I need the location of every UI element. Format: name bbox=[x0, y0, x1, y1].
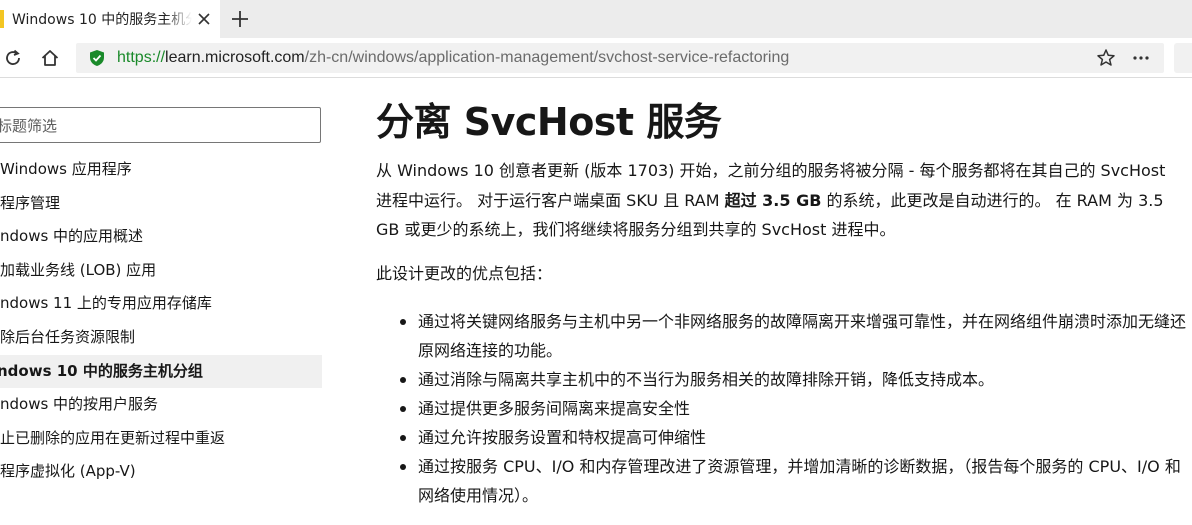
benefits-intro: 此设计更改的优点包括： bbox=[376, 264, 553, 283]
favicon-icon bbox=[0, 10, 4, 28]
url-path: /zh-cn/windows/application-management/sv… bbox=[304, 49, 790, 66]
new-tab-icon[interactable] bbox=[229, 8, 251, 30]
filter-by-title-input[interactable]: 标题筛选 bbox=[0, 107, 321, 143]
list-item: 通过允许按服务设置和特权提高可伸缩性 bbox=[376, 423, 1186, 452]
intro-bold-text: 超过 3.5 GB bbox=[724, 190, 822, 210]
tab-strip: Windows 10 中的服务主机分组 bbox=[0, 0, 1192, 38]
toc-item[interactable]: 程序管理 bbox=[0, 187, 322, 221]
profile-button[interactable] bbox=[1174, 43, 1192, 73]
toc-item-active[interactable]: ndows 10 中的服务主机分组 bbox=[0, 354, 322, 389]
close-tab-icon[interactable] bbox=[194, 9, 214, 29]
article-content: 分离 SvcHost 服务 从 Windows 10 创意者更新 (版本 170… bbox=[376, 79, 1192, 525]
url-host: learn.microsoft.com bbox=[165, 49, 305, 66]
home-icon[interactable] bbox=[39, 47, 61, 69]
list-item: 通过按服务 CPU、I/O 和内存管理改进了资源管理，并增加清晰的诊断数据，（报… bbox=[376, 452, 1186, 510]
secure-shield-icon[interactable] bbox=[88, 49, 106, 67]
list-item: 通过将关键网络服务与主机中另一个非网络服务的故障隔离开来增强可靠性，并在网络组件… bbox=[376, 307, 1186, 365]
browser-toolbar: https://learn.microsoft.com/zh-cn/window… bbox=[0, 38, 1192, 78]
favorite-star-icon[interactable] bbox=[1096, 48, 1116, 68]
toc-item[interactable]: 止已删除的应用在更新过程中重返 bbox=[0, 422, 322, 456]
toc-sidebar: 标题筛选 Windows 应用程序 程序管理 ndows 中的应用概述 加载业务… bbox=[0, 79, 330, 525]
list-item: 通过消除与隔离共享主机中的不当行为服务相关的故障排除开销，降低支持成本。 bbox=[376, 365, 1186, 394]
toc-item[interactable]: Windows 应用程序 bbox=[0, 153, 322, 187]
benefits-list: 通过将关键网络服务与主机中另一个非网络服务的故障隔离开来增强可靠性，并在网络组件… bbox=[376, 307, 1186, 510]
list-item: 通过提供更多服务间隔离来提高安全性 bbox=[376, 394, 1186, 423]
filter-placeholder: 标题筛选 bbox=[0, 117, 58, 135]
address-bar[interactable]: https://learn.microsoft.com/zh-cn/window… bbox=[76, 43, 1164, 73]
tab-title: Windows 10 中的服务主机分组 bbox=[12, 12, 192, 28]
url-text[interactable]: https://learn.microsoft.com/zh-cn/window… bbox=[117, 48, 789, 68]
toc-nav: Windows 应用程序 程序管理 ndows 中的应用概述 加载业务线 (LO… bbox=[0, 153, 322, 489]
url-scheme: https:// bbox=[117, 49, 166, 66]
page-title: 分离 SvcHost 服务 bbox=[376, 100, 722, 144]
toc-item[interactable]: ndows 11 上的专用应用存储库 bbox=[0, 287, 322, 321]
toc-item[interactable]: 程序虚拟化 (App-V) bbox=[0, 455, 322, 489]
more-options-icon[interactable] bbox=[1130, 48, 1152, 68]
intro-paragraph: 从 Windows 10 创意者更新 (版本 1703) 开始，之前分组的服务将… bbox=[376, 161, 1166, 239]
refresh-icon[interactable] bbox=[2, 47, 24, 69]
browser-tab[interactable]: Windows 10 中的服务主机分组 bbox=[0, 0, 220, 38]
toc-item[interactable]: ndows 中的按用户服务 bbox=[0, 388, 322, 422]
toc-item[interactable]: 加载业务线 (LOB) 应用 bbox=[0, 254, 322, 288]
toc-item[interactable]: ndows 中的应用概述 bbox=[0, 220, 322, 254]
toc-item[interactable]: 除后台任务资源限制 bbox=[0, 321, 322, 355]
